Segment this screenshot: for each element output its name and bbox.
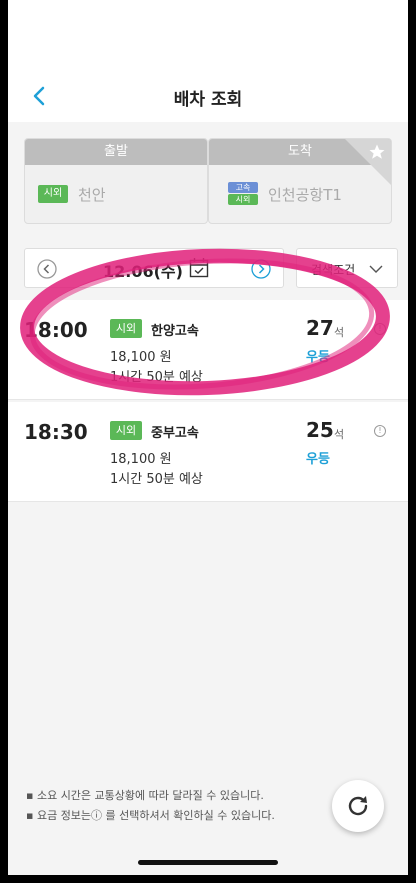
bus-grade: 우등 (306, 452, 330, 467)
duration: 1시간 50분 예상 (110, 472, 203, 487)
departure-box[interactable]: 출발 시외 천안 (24, 138, 208, 224)
bus-type-tag: 시외 (110, 319, 142, 338)
duration: 1시간 50분 예상 (110, 370, 203, 385)
remaining-seats: 25 (306, 418, 334, 442)
app-screen: 배차 조회 출발 시외 천안 도착 고속 시외 인천공항T1 12.06(수) (8, 0, 408, 875)
fare-info-icon[interactable]: ! (374, 323, 386, 335)
arrival-tag-intercity: 시외 (228, 194, 258, 205)
refresh-icon (348, 796, 368, 816)
bus-company: 중부고속 (151, 426, 199, 441)
search-filter-button[interactable]: 검색조건 (296, 248, 398, 288)
departure-city: 천안 (78, 186, 106, 204)
departure-time: 18:30 (24, 420, 88, 444)
chevron-left-circle-icon[interactable] (37, 259, 57, 279)
arrival-tag-express: 고속 (228, 182, 258, 193)
chevron-down-icon (369, 265, 383, 273)
arrival-city: 인천공항T1 (268, 186, 342, 204)
filter-label: 검색조건 (311, 263, 356, 277)
arrival-box[interactable]: 도착 고속 시외 인천공항T1 (208, 138, 392, 224)
seat-unit: 석 (334, 326, 345, 339)
departure-tag: 시외 (38, 185, 68, 203)
bus-type-tag: 시외 (110, 421, 142, 440)
schedule-item[interactable]: 18:30 시외 중부고속 18,100 원 1시간 50분 예상 25 석 우… (8, 402, 408, 502)
fare-info-icon[interactable]: ! (374, 425, 386, 437)
notice-item: ▪ 요금 정보는ⓘ 를 선택하셔서 확인하실 수 있습니다. (26, 809, 275, 822)
fare: 18,100 원 (110, 350, 172, 365)
refresh-button[interactable] (332, 780, 384, 832)
selected-date[interactable]: 12.06(수) (103, 258, 183, 282)
departure-time: 18:00 (24, 318, 88, 342)
calendar-icon[interactable] (189, 257, 209, 279)
star-icon[interactable] (368, 143, 386, 161)
fare: 18,100 원 (110, 452, 172, 467)
remaining-seats: 27 (306, 316, 334, 340)
notice-list: ▪ 소요 시간은 교통상황에 따라 달라질 수 있습니다. ▪ 요금 정보는ⓘ … (26, 786, 275, 826)
header: 배차 조회 (8, 0, 408, 122)
seat-unit: 석 (334, 428, 345, 441)
schedule-item[interactable]: 18:00 시외 한양고속 18,100 원 1시간 50분 예상 27 석 우… (8, 300, 408, 400)
home-indicator (138, 860, 278, 865)
chevron-right-circle-icon[interactable] (251, 259, 271, 279)
notice-item: ▪ 소요 시간은 교통상황에 따라 달라질 수 있습니다. (26, 789, 264, 802)
date-selector: 12.06(수) (24, 248, 284, 288)
departure-label: 출발 (25, 139, 207, 165)
bus-company: 한양고속 (151, 324, 199, 339)
bus-grade: 우등 (306, 350, 330, 365)
page-title: 배차 조회 (173, 90, 243, 110)
